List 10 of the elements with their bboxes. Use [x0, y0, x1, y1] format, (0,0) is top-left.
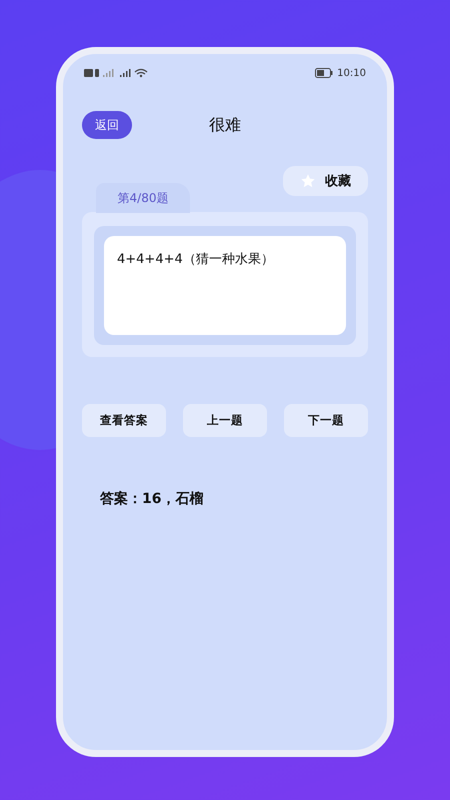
action-button[interactable]: 下一题 — [284, 404, 368, 437]
question-text: 4+4+4+4（猜一种水果） — [117, 252, 274, 267]
favorite-button[interactable]: 收藏 — [283, 166, 368, 196]
back-button[interactable]: 返回 — [82, 111, 132, 139]
clock-time: 10:10 — [337, 68, 366, 78]
battery-icon — [315, 68, 334, 78]
action-button[interactable]: 上一题 — [183, 404, 267, 437]
page-title: 很难 — [209, 114, 241, 136]
action-button[interactable]: 查看答案 — [82, 404, 166, 437]
answer-text: 答案：16，石榴 — [100, 490, 204, 508]
